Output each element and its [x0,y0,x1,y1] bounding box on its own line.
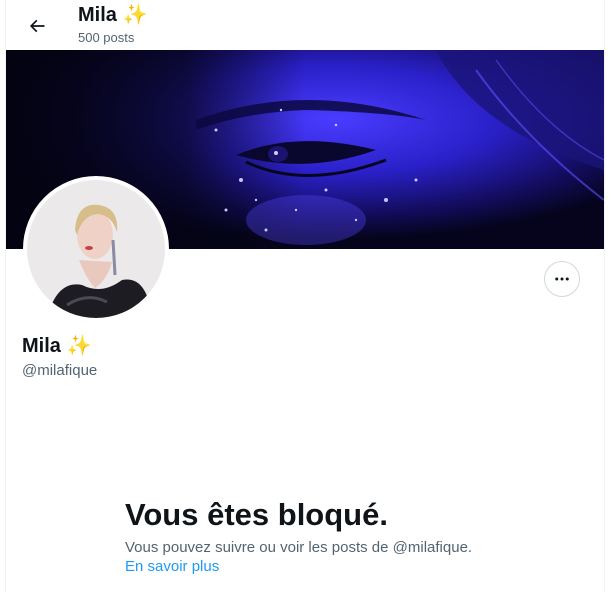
avatar-image [27,180,165,318]
more-horizontal-icon [555,277,569,281]
blocked-description: Vous pouvez suivre ou voir les posts de … [125,539,473,556]
profile-header: Mila ✨ 500 posts [6,0,604,50]
post-count: 500 posts [78,30,135,45]
sparkles-emoji: ✨ [122,4,148,26]
avatar[interactable] [23,176,169,322]
profile-page: Mila ✨ 500 posts Mila ✨ @milafique Vous … [5,0,605,592]
profile-name: Mila ✨ [22,334,91,358]
header-name: Mila [78,4,117,26]
profile-name-text: Mila [22,335,61,357]
header-title: Mila ✨ [78,3,147,27]
more-button[interactable] [544,261,580,297]
learn-more-link[interactable]: En savoir plus [125,557,219,576]
sparkles-emoji: ✨ [66,335,92,357]
blocked-title: Vous êtes bloqué. [125,497,388,532]
blocked-notice: Vous êtes bloqué. Vous pouvez suivre ou … [125,496,545,576]
profile-handle: @milafique [22,362,98,379]
back-button[interactable] [20,9,54,43]
arrow-left-icon [29,19,45,33]
